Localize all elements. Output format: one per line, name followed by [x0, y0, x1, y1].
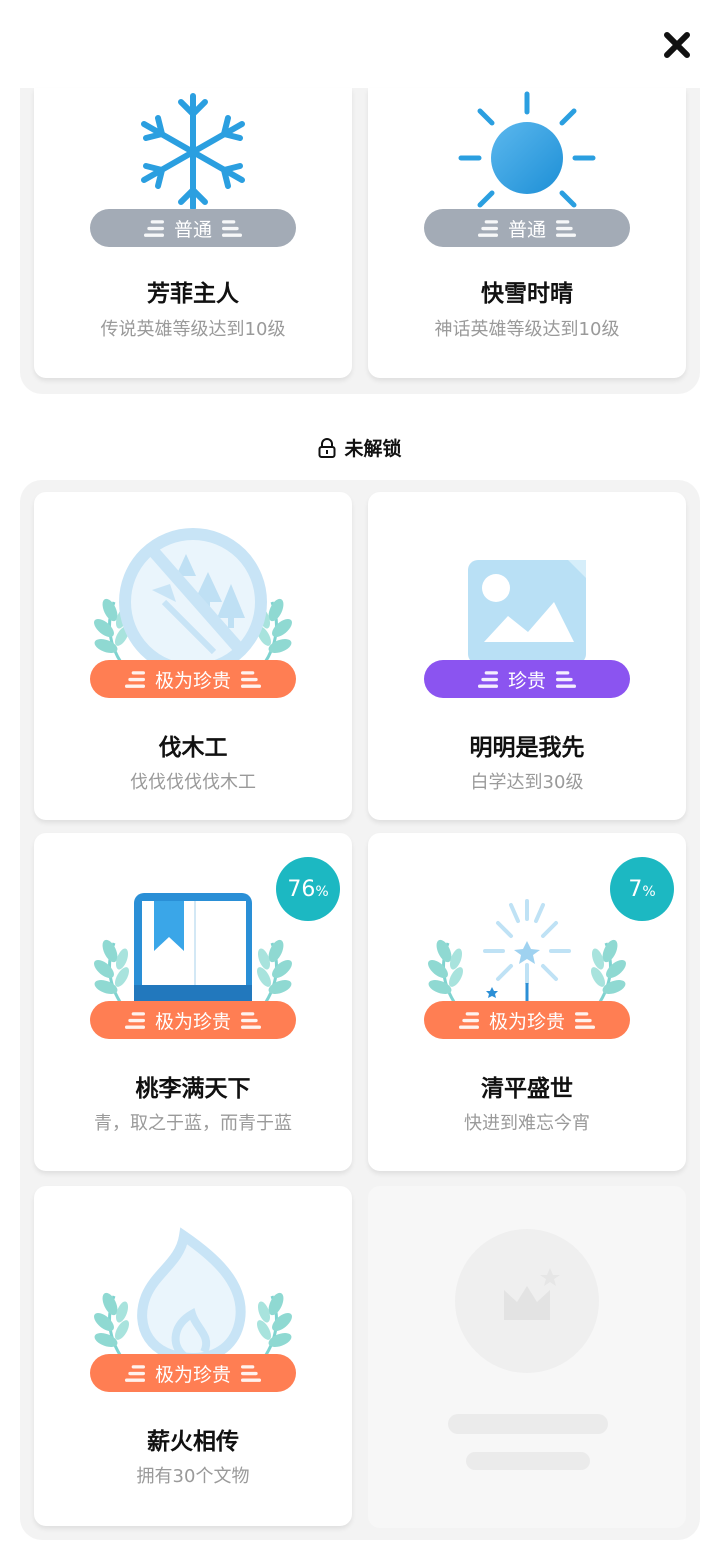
achievement-title: 明明是我先 — [469, 735, 585, 761]
image-icon — [468, 560, 586, 664]
achievement-card[interactable]: 极为珍贵 薪火相传 拥有30个文物 — [34, 1186, 352, 1526]
lock-icon — [318, 437, 336, 458]
rarity-badge: 极为珍贵 — [90, 660, 296, 698]
rarity-label: 普通 — [173, 218, 212, 241]
achievement-title: 伐木工 — [158, 735, 228, 761]
progress-value: 7 — [628, 876, 643, 902]
badge-lines-icon — [458, 1012, 479, 1029]
achievement-desc: 拥有30个文物 — [136, 1466, 250, 1487]
unlocked-achievements-panel: 普通 芳菲主人 传说英雄等级达到10级 普通 快雪时晴 神话英雄等级达到10级 — [20, 88, 700, 394]
rarity-label: 极为珍贵 — [154, 1363, 231, 1386]
achievement-title: 桃李满天下 — [135, 1076, 251, 1102]
achievement-desc: 青，取之于蓝，而青于蓝 — [94, 1113, 292, 1134]
rarity-label: 珍贵 — [507, 669, 546, 692]
badge-lines-icon — [241, 1012, 261, 1029]
achievement-desc: 伐伐伐伐伐木工 — [130, 772, 256, 793]
badge-lines-icon — [124, 671, 145, 688]
achievement-title: 芳菲主人 — [147, 281, 239, 307]
badge-lines-icon — [124, 1365, 145, 1382]
achievement-desc: 传说英雄等级达到10级 — [100, 319, 286, 340]
badge-lines-icon — [222, 220, 242, 237]
placeholder-card — [368, 1186, 686, 1528]
achievement-desc: 神话英雄等级达到10级 — [434, 319, 620, 340]
rarity-badge: 普通 — [424, 209, 630, 247]
badge-lines-icon — [556, 220, 576, 237]
badge-lines-icon — [575, 1012, 595, 1029]
rarity-label: 极为珍贵 — [154, 1010, 231, 1033]
locked-section-label: 未解锁 — [0, 434, 720, 461]
badge-lines-icon — [124, 1012, 145, 1029]
snowflake-icon — [141, 93, 245, 211]
sun-icon — [458, 91, 596, 208]
achievement-card[interactable]: 珍贵 明明是我先 白学达到30级 — [368, 492, 686, 820]
placeholder-crown-icon — [455, 1229, 599, 1373]
progress-badge: 7 % — [610, 857, 674, 921]
badge-lines-icon — [556, 671, 576, 688]
achievement-card[interactable]: 极为珍贵 伐木工 伐伐伐伐伐木工 — [34, 492, 352, 820]
achievement-title: 薪火相传 — [147, 1429, 239, 1455]
no-logging-icon — [89, 528, 297, 672]
rarity-label: 极为珍贵 — [154, 669, 231, 692]
achievement-card[interactable]: 7 % 极为珍贵 清平盛世 快进到难忘今宵 — [368, 833, 686, 1171]
badge-lines-icon — [143, 220, 164, 237]
flame-icon — [89, 1227, 297, 1364]
achievement-desc: 快进到难忘今宵 — [464, 1113, 590, 1134]
badge-lines-icon — [241, 671, 261, 688]
rarity-badge: 普通 — [90, 209, 296, 247]
progress-value: 76 — [287, 876, 316, 902]
close-icon[interactable] — [660, 28, 694, 62]
achievement-card[interactable]: 普通 芳菲主人 传说英雄等级达到10级 — [34, 88, 352, 378]
achievement-card[interactable]: 普通 快雪时晴 神话英雄等级达到10级 — [368, 88, 686, 378]
rarity-badge: 珍贵 — [424, 660, 630, 698]
rarity-label: 普通 — [507, 218, 546, 241]
rarity-label: 极为珍贵 — [488, 1010, 565, 1033]
achievement-card[interactable]: 76 % 极为珍贵 桃李满天下 青，取之于蓝，而青于蓝 — [34, 833, 352, 1171]
rarity-badge: 极为珍贵 — [90, 1354, 296, 1392]
locked-section-text: 未解锁 — [344, 438, 402, 460]
progress-unit: % — [315, 884, 329, 900]
progress-unit: % — [642, 884, 656, 900]
achievement-title: 清平盛世 — [481, 1076, 573, 1102]
badge-lines-icon — [477, 671, 498, 688]
badge-lines-icon — [477, 220, 498, 237]
rarity-badge: 极为珍贵 — [424, 1001, 630, 1039]
progress-badge: 76 % — [276, 857, 340, 921]
achievement-title: 快雪时晴 — [481, 281, 573, 307]
badge-lines-icon — [241, 1365, 261, 1382]
rarity-badge: 极为珍贵 — [90, 1001, 296, 1039]
placeholder-desc-bar — [466, 1452, 590, 1470]
placeholder-title-bar — [448, 1414, 608, 1434]
achievement-desc: 白学达到30级 — [470, 772, 584, 793]
locked-achievements-panel: 极为珍贵 伐木工 伐伐伐伐伐木工 珍贵 明明是我先 白学达到30级 76 % 极… — [20, 480, 700, 1540]
